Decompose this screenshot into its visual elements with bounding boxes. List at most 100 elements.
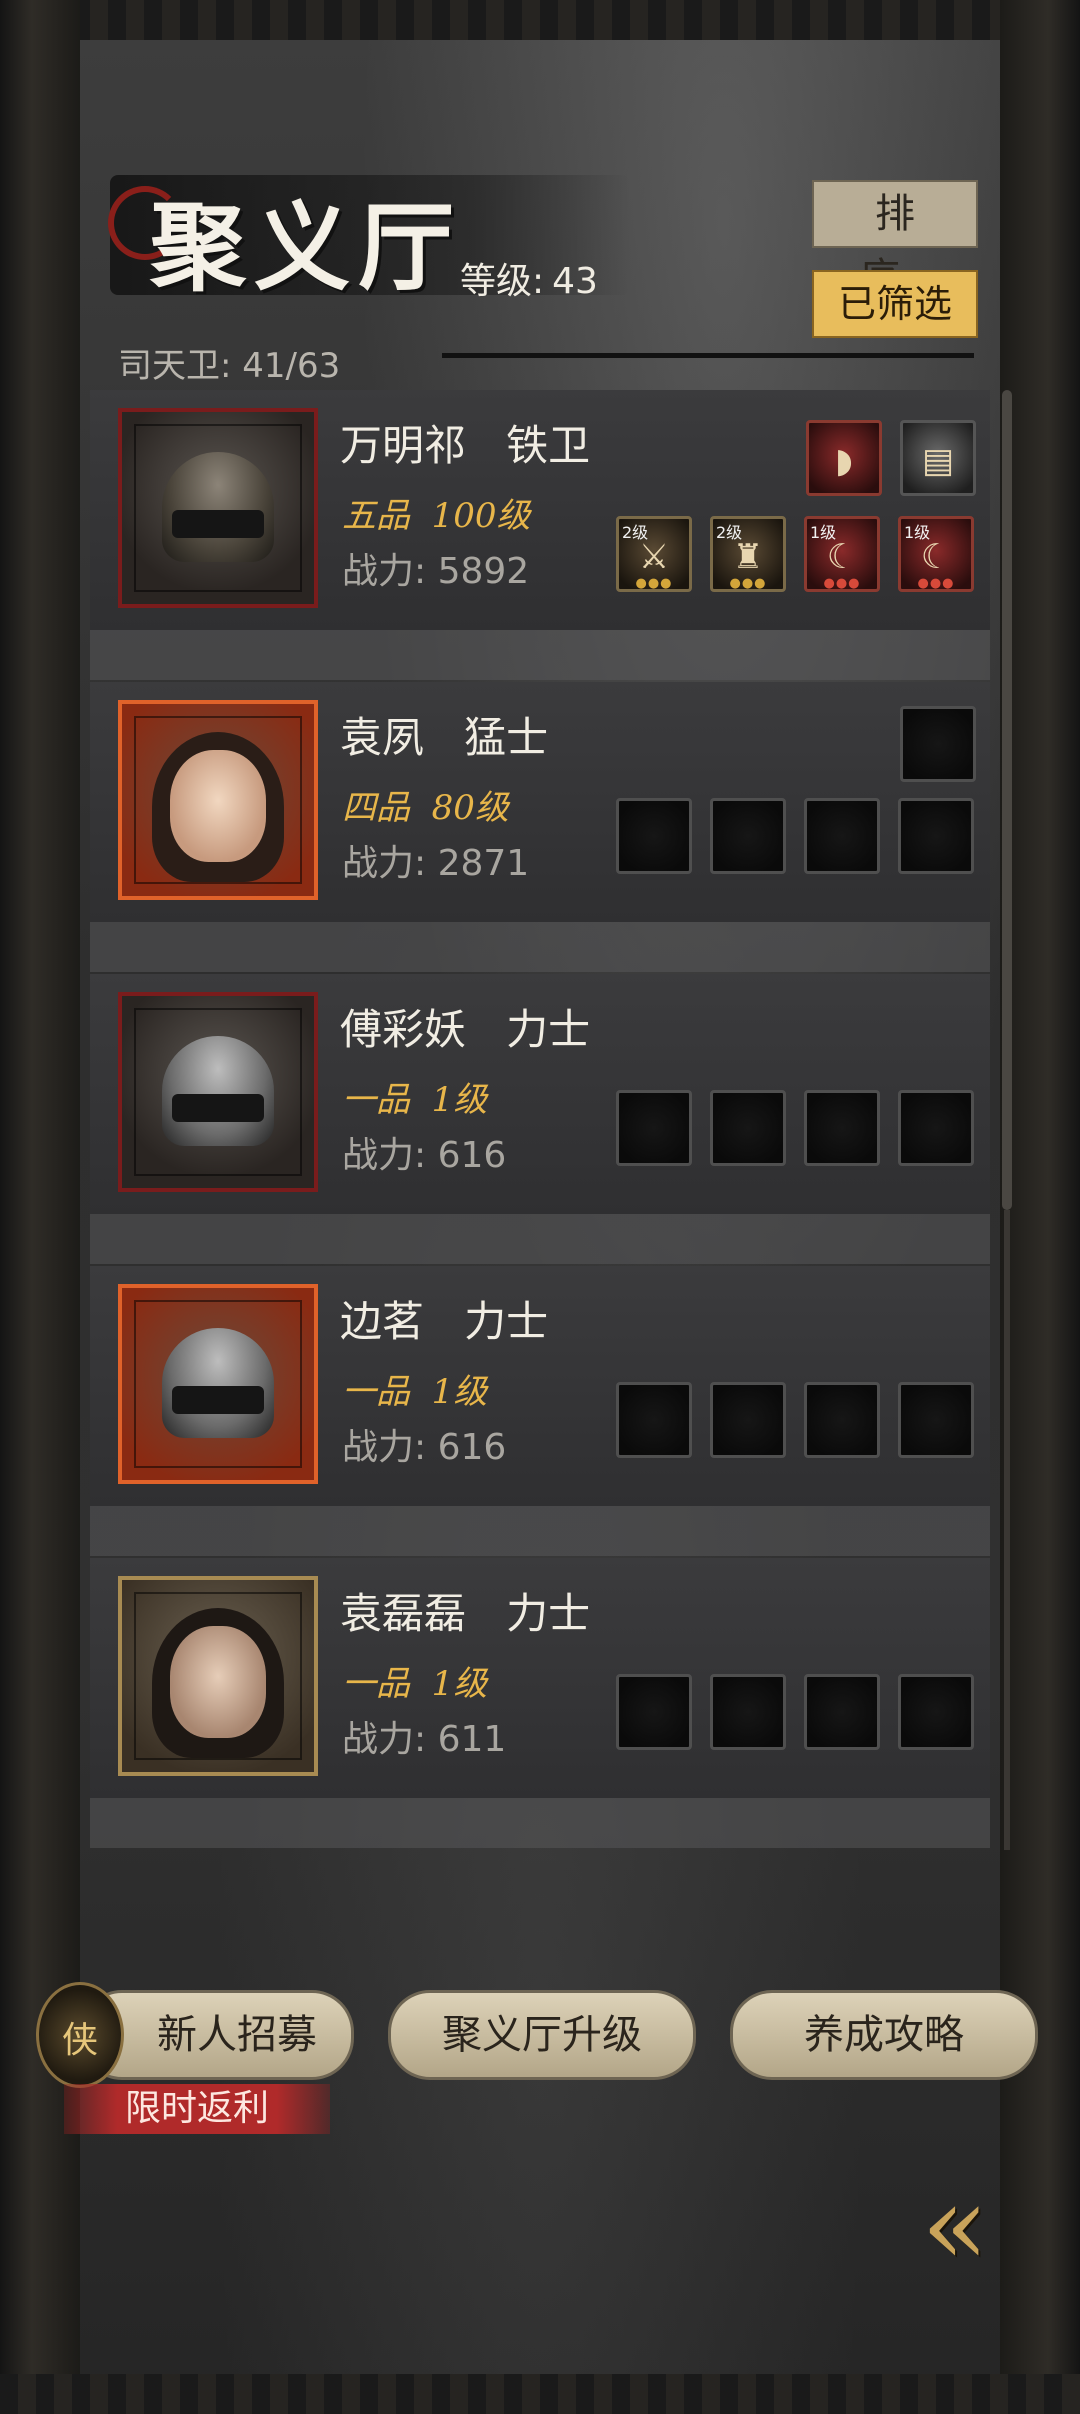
hero-portrait[interactable] <box>118 1284 318 1484</box>
hero-rank-line: 一品 1级 <box>342 1656 487 1705</box>
hero-power-line: 战力: 2871 <box>342 834 529 886</box>
scroll-track <box>1004 1210 1010 1850</box>
card-gap <box>90 1798 990 1848</box>
empty-slot[interactable] <box>616 798 692 874</box>
page-title: 聚义厅 <box>150 191 462 304</box>
empty-slot[interactable] <box>898 1090 974 1166</box>
helmet-warrior-icon <box>162 1328 274 1438</box>
hero-rank: 一品 <box>342 1372 410 1412</box>
power-label: 战力: <box>342 551 427 592</box>
hero-rank-line: 一品 1级 <box>342 1364 487 1413</box>
empty-slot[interactable] <box>616 1382 692 1458</box>
guide-button[interactable]: 养成攻略 <box>730 1990 1038 2080</box>
equip-slot[interactable]: 1级 ☾ ●●● <box>898 516 974 592</box>
hero-portrait[interactable] <box>118 992 318 1192</box>
hero-rank: 四品 <box>342 788 410 828</box>
recruit-emblem-icon[interactable]: 侠 <box>36 1982 124 2088</box>
hero-class: 力士 <box>506 1589 591 1638</box>
girl-face-icon <box>170 750 266 862</box>
star-row: ●●● <box>635 576 673 591</box>
hero-rank-line: 五品 100级 <box>342 488 531 537</box>
sort-button[interactable]: 排序 <box>812 180 978 301</box>
hero-card[interactable]: 边茗 力士 一品 1级 战力: 616 <box>90 1266 990 1506</box>
power-label: 战力: <box>342 1427 427 1468</box>
hall-level: 等级: 43 <box>460 252 598 304</box>
card-gap <box>90 922 990 972</box>
list-scrollbar[interactable] <box>1002 390 1012 1210</box>
empty-slot[interactable] <box>804 798 880 874</box>
empty-slot[interactable] <box>804 1674 880 1750</box>
hero-portrait[interactable] <box>118 1576 318 1776</box>
hero-level: 100级 <box>431 496 531 536</box>
hero-name: 袁夙 <box>340 713 425 762</box>
hero-class: 力士 <box>506 1005 591 1054</box>
empty-slot[interactable] <box>710 1090 786 1166</box>
hero-level: 80级 <box>431 788 509 828</box>
empty-slot[interactable] <box>710 1674 786 1750</box>
promo-badge[interactable]: 限时返利 <box>64 2084 330 2134</box>
hero-level: 1级 <box>431 1080 488 1120</box>
empty-slot[interactable] <box>616 1674 692 1750</box>
collapse-chevron-icon[interactable]: « <box>880 2170 1030 2280</box>
recruit-emblem-char: 侠 <box>61 2020 98 2061</box>
hero-power: 611 <box>437 1719 507 1760</box>
hero-name-line: 万明祁 铁卫 <box>340 412 590 473</box>
equip-slot[interactable]: 1级 ☾ ●●● <box>804 516 880 592</box>
hero-card[interactable]: 袁磊磊 力士 一品 1级 战力: 611 <box>90 1558 990 1798</box>
hero-name-line: 傅彩妖 力士 <box>340 996 590 1057</box>
empty-slot[interactable] <box>898 798 974 874</box>
hero-name-line: 边茗 力士 <box>340 1288 548 1349</box>
empty-slot[interactable] <box>710 798 786 874</box>
empty-slot[interactable] <box>900 706 976 782</box>
equip-slot[interactable]: 2级 ⚔ ●●● <box>616 516 692 592</box>
header-divider <box>442 353 974 358</box>
hero-rank-line: 四品 80级 <box>342 780 509 829</box>
hero-card[interactable]: 袁夙 猛士 四品 80级 战力: 2871 <box>90 682 990 922</box>
equip-slot[interactable]: 2级 ♜ ●●● <box>710 516 786 592</box>
claw-icon: ☾ <box>826 537 858 577</box>
empty-slot[interactable] <box>804 1090 880 1166</box>
empty-slot[interactable] <box>616 1090 692 1166</box>
hero-power-line: 战力: 611 <box>342 1710 506 1762</box>
hero-class: 铁卫 <box>506 421 591 470</box>
hero-card[interactable]: 万明祁 铁卫 五品 100级 战力: 5892 ◗ ▤ 2级 ⚔ ●●● 2级 ♜ ●●… <box>90 390 990 630</box>
hero-portrait[interactable] <box>118 700 318 900</box>
helmet-slot[interactable]: ◗ <box>806 420 882 496</box>
card-gap <box>90 1506 990 1556</box>
top-border <box>0 0 1080 40</box>
power-label: 战力: <box>342 1135 427 1176</box>
empty-slot[interactable] <box>804 1382 880 1458</box>
empty-slot[interactable] <box>710 1382 786 1458</box>
hall-upgrade-button[interactable]: 聚义厅升级 <box>388 1990 696 2080</box>
armor-icon: ♜ <box>732 537 764 577</box>
hero-rank: 五品 <box>342 496 410 536</box>
hero-rank: 一品 <box>342 1664 410 1704</box>
card-gap <box>90 630 990 680</box>
chest-gear-icon: ▤ <box>921 441 955 481</box>
hero-name: 傅彩妖 <box>340 1005 467 1054</box>
hero-card[interactable]: 傅彩妖 力士 一品 1级 战力: 616 <box>90 974 990 1214</box>
hero-power-line: 战力: 5892 <box>342 542 529 594</box>
empty-slot[interactable] <box>898 1674 974 1750</box>
empty-slot[interactable] <box>898 1382 974 1458</box>
hero-rank: 一品 <box>342 1080 410 1120</box>
hero-power: 2871 <box>437 843 530 884</box>
power-label: 战力: <box>342 1719 427 1760</box>
helmet-icon: ◗ <box>835 441 853 481</box>
hero-power: 616 <box>437 1427 507 1468</box>
hero-level: 1级 <box>431 1372 488 1412</box>
hero-name: 边茗 <box>340 1297 425 1346</box>
helmet-warrior-icon <box>162 1036 274 1146</box>
hero-rank-line: 一品 1级 <box>342 1072 487 1121</box>
chest-slot[interactable]: ▤ <box>900 420 976 496</box>
card-gap <box>90 1214 990 1264</box>
filter-button[interactable]: 已筛选 <box>812 270 978 338</box>
hero-class: 猛士 <box>464 713 549 762</box>
hero-portrait[interactable] <box>118 408 318 608</box>
hero-class: 力士 <box>464 1297 549 1346</box>
hero-power: 5892 <box>437 551 530 592</box>
armored-warrior-icon <box>162 452 274 562</box>
hall-level-label: 等级: <box>460 261 545 302</box>
power-label: 战力: <box>342 843 427 884</box>
claw-icon: ☾ <box>920 537 952 577</box>
